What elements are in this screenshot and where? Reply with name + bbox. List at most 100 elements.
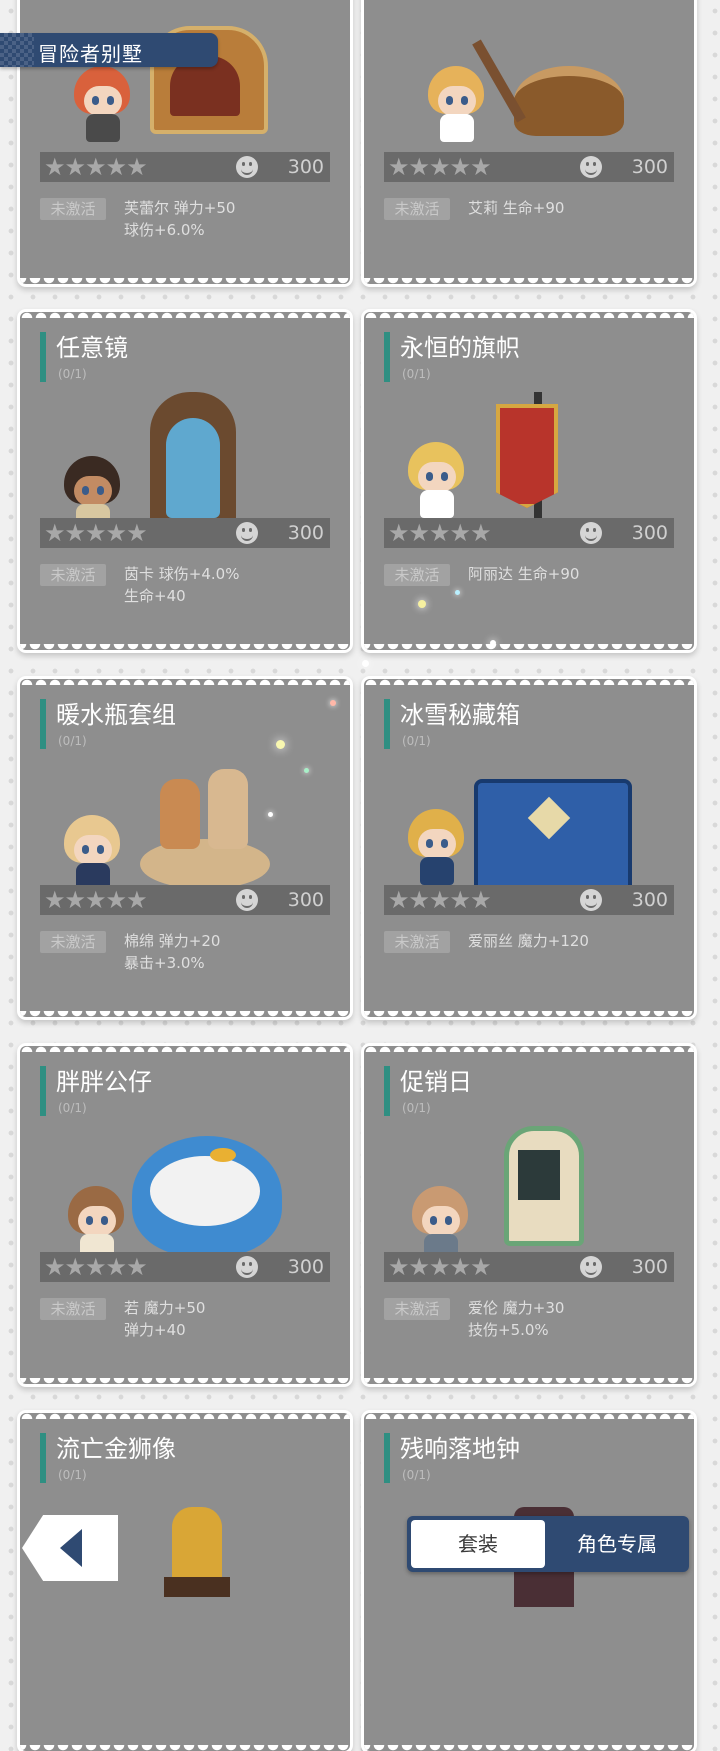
bonus-text: 艾莉 生命+90 (468, 197, 564, 219)
sparkle-effect (276, 740, 285, 749)
sparkle-effect (330, 700, 336, 706)
furniture-title: 促销日 (400, 1068, 472, 1096)
smiley-icon (236, 889, 258, 911)
owned-count: (0/1) (58, 1101, 87, 1115)
sparkle-effect (304, 768, 309, 773)
bonus-line: 技伤+5.0% (468, 1321, 549, 1339)
inactive-badge: 未激活 (40, 931, 106, 953)
tab-set[interactable]: 套装 (411, 1520, 545, 1568)
back-arrow-icon (60, 1529, 82, 1567)
furniture-card[interactable]: 冰雪秘藏箱 (0/1) ★★★★★ 300 未激活 爱丽丝 魔力+120 (364, 679, 694, 1017)
comfort-score: 300 (287, 522, 324, 544)
title-accent (384, 1433, 390, 1483)
bonus-line: 若 魔力+50 (124, 1299, 206, 1317)
furniture-card[interactable]: 任意镜 (0/1) ★★★★★ 300 未激活 茵卡 球伤+4.0% 生命+40 (20, 312, 350, 650)
bonus-line: 芙蕾尔 弹力+50 (124, 199, 236, 217)
rating-bar: ★★★★★ 300 (40, 518, 330, 548)
owned-count: (0/1) (402, 367, 431, 381)
star-rating: ★★★★★ (388, 519, 492, 547)
star-rating: ★★★★★ (388, 886, 492, 914)
star-rating: ★★★★★ (388, 153, 492, 181)
rating-bar: ★★★★★ 300 (40, 1252, 330, 1282)
star-rating: ★★★★★ (44, 1253, 148, 1281)
bonus-text: 棉绵 弹力+20 暴击+3.0% (124, 930, 220, 974)
smiley-icon (236, 522, 258, 544)
comfort-score: 300 (631, 522, 668, 544)
sparkle-effect (418, 600, 426, 608)
rating-bar: ★★★★★ 300 (40, 885, 330, 915)
smiley-icon (580, 156, 602, 178)
furniture-card[interactable]: 胖胖公仔 (0/1) ★★★★★ 300 未激活 若 魔力+50 弹力+40 (20, 1046, 350, 1384)
comfort-score: 300 (631, 1256, 668, 1278)
bonus-line: 艾莉 生命+90 (468, 199, 565, 217)
rating-bar: ★★★★★ 300 (384, 885, 674, 915)
title-accent (40, 1066, 46, 1116)
inactive-badge: 未激活 (384, 931, 450, 953)
bonus-line: 棉绵 弹力+20 (124, 932, 221, 950)
owned-count: (0/1) (402, 1101, 431, 1115)
furniture-card[interactable]: 残响落地钟 (0/1) (364, 1413, 694, 1751)
title-accent (40, 332, 46, 382)
furniture-grid: ★★★★★ 300 未激活 芙蕾尔 弹力+50 球伤+6.0% ★★★★★ 30… (0, 0, 720, 1751)
furniture-card[interactable]: 促销日 (0/1) ★★★★★ 300 未激活 爱伦 魔力+30 技伤+5.0% (364, 1046, 694, 1384)
sparkle-effect (490, 640, 496, 646)
rating-bar: ★★★★★ 300 (384, 1252, 674, 1282)
rating-bar: ★★★★★ 300 (384, 518, 674, 548)
star-rating: ★★★★★ (44, 886, 148, 914)
furniture-title: 流亡金狮像 (56, 1435, 176, 1463)
comfort-score: 300 (631, 889, 668, 911)
star-rating: ★★★★★ (44, 153, 148, 181)
owned-count: (0/1) (58, 367, 87, 381)
smiley-icon (580, 889, 602, 911)
furniture-card[interactable]: ★★★★★ 300 未激活 艾莉 生命+90 (364, 0, 694, 284)
star-rating: ★★★★★ (44, 519, 148, 547)
bonus-line: 生命+40 (124, 587, 186, 605)
furniture-card[interactable]: 流亡金狮像 (0/1) (20, 1413, 350, 1751)
bonus-text: 若 魔力+50 弹力+40 (124, 1297, 205, 1341)
inactive-badge: 未激活 (384, 564, 450, 586)
furniture-title: 胖胖公仔 (56, 1068, 152, 1096)
owned-count: (0/1) (58, 734, 87, 748)
comfort-score: 300 (287, 156, 324, 178)
page-title-banner: 冒险者别墅 (0, 33, 218, 67)
title-accent (384, 1066, 390, 1116)
inactive-badge: 未激活 (40, 564, 106, 586)
sparkle-effect (268, 812, 273, 817)
bonus-line: 爱丽丝 魔力+120 (468, 932, 589, 950)
comfort-score: 300 (287, 889, 324, 911)
bonus-line: 球伤+6.0% (124, 221, 205, 239)
smiley-icon (580, 1256, 602, 1278)
furniture-title: 永恒的旗帜 (400, 334, 520, 362)
furniture-title: 冰雪秘藏箱 (400, 701, 520, 729)
furniture-title: 任意镜 (56, 334, 128, 362)
owned-count: (0/1) (402, 734, 431, 748)
title-accent (384, 332, 390, 382)
inactive-badge: 未激活 (384, 1298, 450, 1320)
smiley-icon (236, 1256, 258, 1278)
bonus-line: 爱伦 魔力+30 (468, 1299, 565, 1317)
bonus-line: 阿丽达 生命+90 (468, 565, 580, 583)
star-rating: ★★★★★ (388, 1253, 492, 1281)
bonus-text: 芙蕾尔 弹力+50 球伤+6.0% (124, 197, 235, 241)
banner-pattern (0, 33, 34, 67)
owned-count: (0/1) (58, 1468, 87, 1482)
sparkle-effect (455, 590, 460, 595)
page-title: 冒险者别墅 (38, 42, 143, 66)
owned-count: (0/1) (402, 1468, 431, 1482)
comfort-score: 300 (631, 156, 668, 178)
furniture-title: 残响落地钟 (400, 1435, 520, 1463)
furniture-card[interactable]: 暖水瓶套组 (0/1) ★★★★★ 300 未激活 棉绵 弹力+20 暴击+3.… (20, 679, 350, 1017)
bonus-text: 爱伦 魔力+30 技伤+5.0% (468, 1297, 564, 1341)
tab-role-exclusive[interactable]: 角色专属 (549, 1520, 685, 1568)
bonus-line: 茵卡 球伤+4.0% (124, 565, 240, 583)
inactive-badge: 未激活 (40, 1298, 106, 1320)
comfort-score: 300 (287, 1256, 324, 1278)
category-tabs: 套装 角色专属 (407, 1516, 689, 1572)
inactive-badge: 未激活 (40, 198, 106, 220)
furniture-card[interactable]: 永恒的旗帜 (0/1) ★★★★★ 300 未激活 阿丽达 生命+90 (364, 312, 694, 650)
bonus-text: 阿丽达 生命+90 (468, 563, 579, 585)
rating-bar: ★★★★★ 300 (384, 152, 674, 182)
smiley-icon (236, 156, 258, 178)
inactive-badge: 未激活 (384, 198, 450, 220)
title-accent (384, 699, 390, 749)
